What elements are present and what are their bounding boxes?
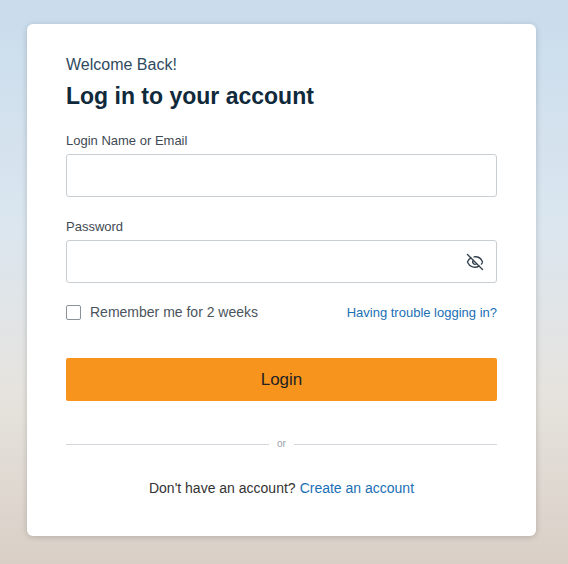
- create-account-link[interactable]: Create an account: [300, 478, 414, 498]
- password-input[interactable]: [79, 253, 458, 271]
- trouble-link[interactable]: Having trouble logging in?: [347, 305, 497, 320]
- eye-off-icon[interactable]: [466, 253, 484, 271]
- signup-row: Don't have an account?Create an account: [66, 478, 497, 498]
- checkbox-box[interactable]: [66, 305, 81, 320]
- input-box[interactable]: [66, 154, 497, 197]
- greeting: Welcome Back!: [66, 55, 497, 75]
- divider-text: or: [277, 438, 286, 450]
- remember-label[interactable]: Remember me for 2 weeks: [90, 304, 258, 320]
- background-photo: Welcome Back! Log in to your account Login…: [0, 0, 568, 564]
- card-title: Log in to your account: [66, 81, 497, 111]
- login-card: Welcome Back! Log in to your account Login…: [27, 24, 536, 536]
- divider-line: [294, 444, 497, 445]
- remember-checkbox[interactable]: Remember me for 2 weeks: [66, 304, 258, 320]
- login-button[interactable]: Login: [66, 358, 497, 401]
- divider-line: [66, 444, 269, 445]
- input-box[interactable]: [66, 240, 497, 283]
- form-field: Password: [66, 218, 497, 283]
- toggle-visibility-button[interactable]: [466, 253, 484, 271]
- divider: or: [66, 438, 497, 450]
- field-label: Password: [66, 218, 497, 236]
- form-field: Login Name or Email: [66, 132, 497, 197]
- login-input[interactable]: [79, 167, 484, 185]
- options-row: Remember me for 2 weeks Having trouble lo…: [66, 302, 497, 322]
- field-label: Login Name or Email: [66, 132, 497, 150]
- signup-prompt: Don't have an account?: [149, 478, 296, 498]
